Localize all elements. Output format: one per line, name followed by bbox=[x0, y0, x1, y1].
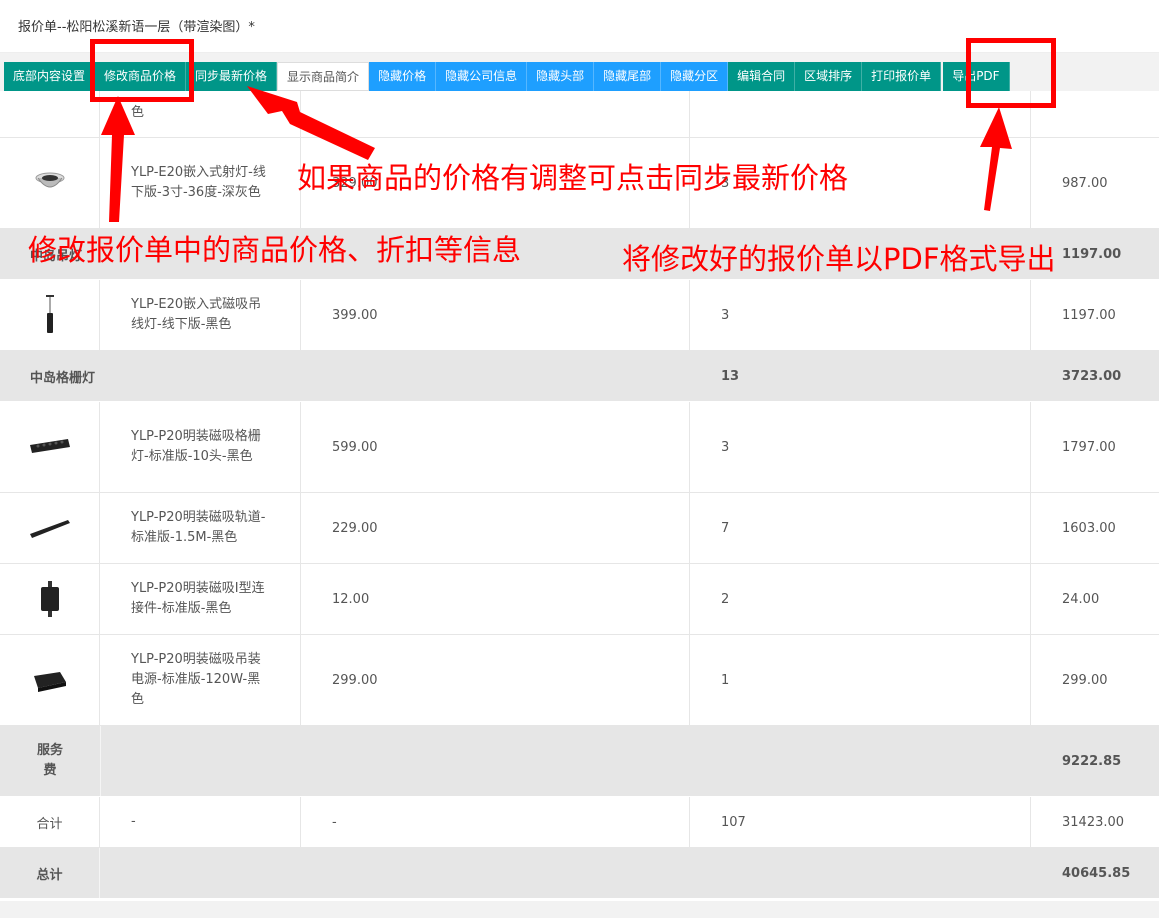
annotation-export-hint: 将修改好的报价单以PDF格式导出 bbox=[622, 242, 1056, 276]
arrow-export bbox=[980, 107, 1012, 211]
annotation-modify-hint: 修改报价单中的商品价格、折扣等信息 bbox=[28, 233, 522, 267]
quote-page: 报价单--松阳松溪新语一层（带渲染图）* 底部内容设置 修改商品价格 同步最新价格显… bbox=[0, 0, 1159, 918]
arrow-sync bbox=[247, 86, 375, 160]
arrow-modify bbox=[101, 96, 135, 222]
annotation-sync-hint: 如果商品的价格有调整可点击同步最新价格 bbox=[297, 161, 849, 195]
annotation-arrows bbox=[101, 86, 1012, 222]
